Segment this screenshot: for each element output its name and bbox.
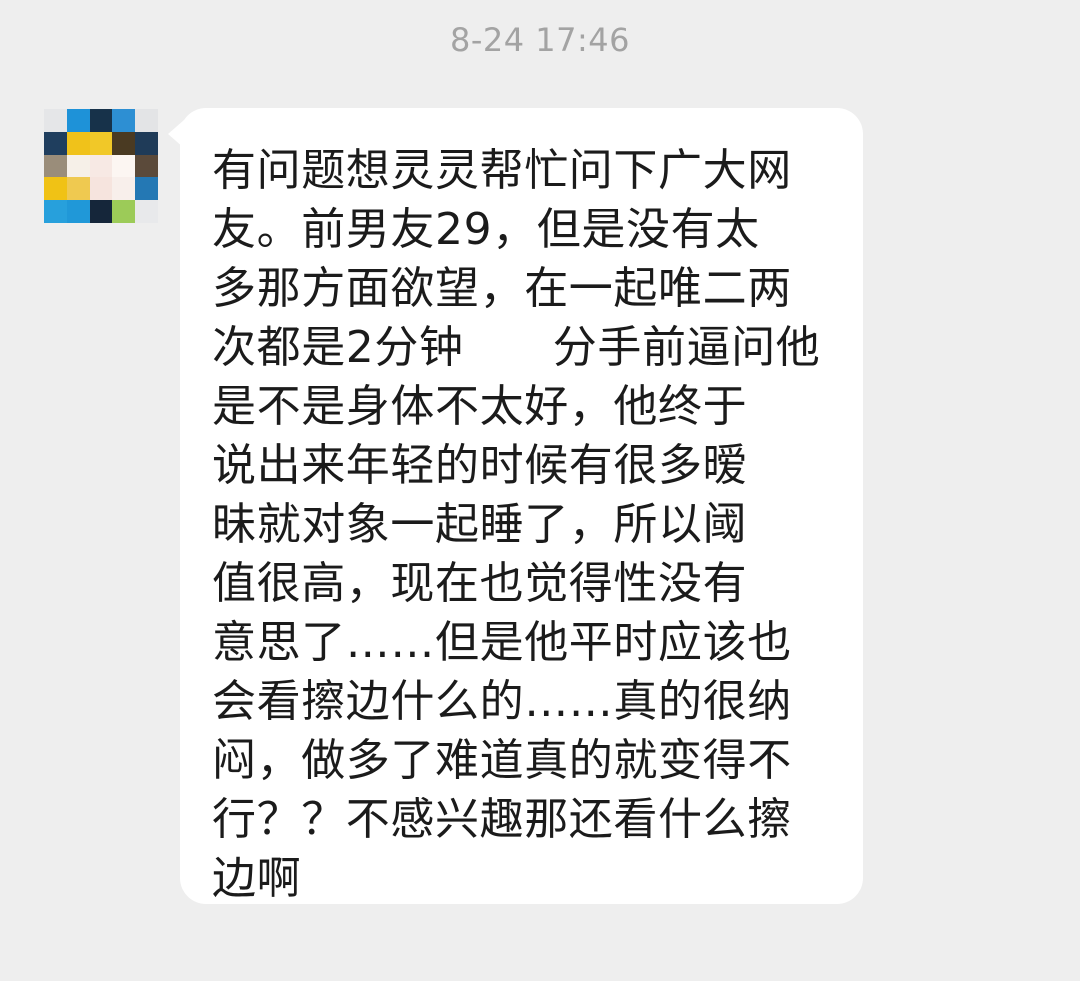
avatar-pixel: [135, 154, 158, 178]
avatar-pixel: [66, 177, 90, 201]
message-line: 意思了……但是他平时应该也: [212, 617, 792, 668]
avatar-pixel: [66, 154, 90, 178]
message-line: 友。前男友29，但是没有太: [212, 204, 760, 255]
avatar-pixel: [89, 109, 113, 132]
avatar-pixel: [89, 177, 113, 201]
avatar-pixel: [44, 154, 67, 178]
message-line: 会看擦边什么的……真的很纳: [212, 676, 792, 727]
avatar-pixel: [66, 131, 90, 155]
message-line: 值很高，现在也觉得性没有: [212, 558, 748, 609]
avatar-pixel: [135, 177, 158, 201]
avatar-pixel: [66, 200, 90, 223]
message-line: 昧就对象一起睡了，所以阈: [212, 499, 748, 550]
avatar-pixel: [66, 109, 90, 132]
message-line: 有问题想灵灵帮忙问下广大网: [212, 145, 792, 196]
avatar-pixel: [44, 200, 67, 223]
avatar-pixel: [112, 177, 136, 201]
sender-avatar[interactable]: [44, 109, 158, 223]
avatar-pixel: [112, 131, 136, 155]
avatar-pixel: [112, 154, 136, 178]
message-line: 次都是2分钟 分手前逼问他: [212, 322, 821, 373]
message-line: 说出来年轻的时候有很多暧: [212, 440, 748, 491]
avatar-pixel: [89, 200, 113, 223]
message-line: 边啊: [212, 853, 302, 904]
avatar-pixel: [44, 177, 67, 201]
avatar-pixel: [135, 109, 158, 132]
avatar-pixel: [112, 109, 136, 132]
avatar-pixel: [44, 109, 67, 132]
message-line: 行？？不感兴趣那还看什么擦: [212, 794, 792, 845]
avatar-pixel: [112, 200, 136, 223]
avatar-pixel: [89, 154, 113, 178]
message-bubble[interactable]: 有问题想灵灵帮忙问下广大网 友。前男友29，但是没有太 多那方面欲望，在一起唯二…: [180, 108, 863, 904]
message-line: 闷，做多了难道真的就变得不: [212, 735, 792, 786]
message-line: 是不是身体不太好，他终于: [212, 381, 748, 432]
message-line: 多那方面欲望，在一起唯二两: [212, 263, 792, 314]
avatar-pixel: [44, 131, 67, 155]
message-text: 有问题想灵灵帮忙问下广大网 友。前男友29，但是没有太 多那方面欲望，在一起唯二…: [212, 141, 833, 908]
avatar-pixel: [135, 131, 158, 155]
message-timestamp: 8-24 17:46: [449, 21, 630, 59]
avatar-pixel: [135, 200, 158, 223]
avatar-pixel: [89, 131, 113, 155]
